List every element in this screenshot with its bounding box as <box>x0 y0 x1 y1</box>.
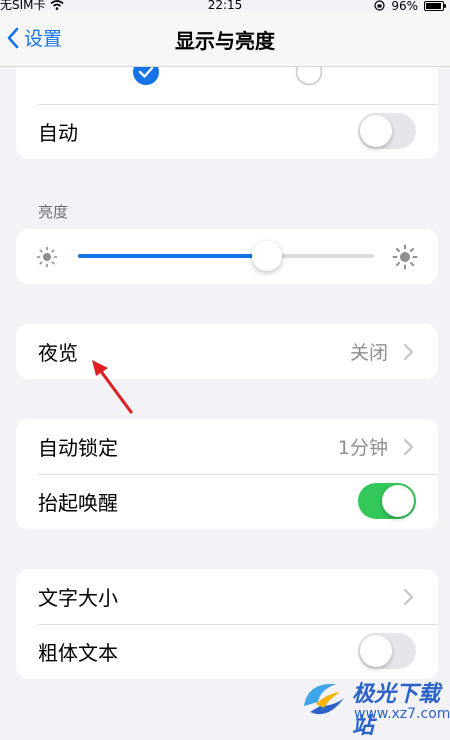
watermark-url: www.xz7.com <box>354 706 450 722</box>
brightness-slider-fill <box>78 254 268 258</box>
dark-mode-unselected-icon[interactable] <box>295 67 323 86</box>
appearance-card: 自动 <box>16 67 438 159</box>
navigation-bar: 设置 显示与亮度 <box>0 12 450 67</box>
night-shift-label: 夜览 <box>38 341 78 365</box>
toggle-knob <box>382 485 414 517</box>
night-shift-value: 关闭 <box>349 342 388 364</box>
brightness-card <box>16 229 438 284</box>
orientation-lock-icon <box>374 0 385 11</box>
battery-percent: 96% <box>391 0 418 13</box>
auto-lock-label: 自动锁定 <box>38 436 118 460</box>
night-shift-row[interactable]: 夜览 关闭 <box>16 324 438 379</box>
chevron-right-icon <box>403 343 414 360</box>
bold-text-toggle[interactable] <box>358 633 416 669</box>
text-card: 文字大小 粗体文本 <box>16 569 438 679</box>
auto-appearance-row: 自动 <box>16 104 438 159</box>
bold-text-label: 粗体文本 <box>38 641 118 665</box>
light-mode-selected-icon[interactable] <box>132 67 160 86</box>
brightness-slider[interactable] <box>78 241 374 271</box>
watermark: 极光下载站 www.xz7.com <box>290 670 450 739</box>
raise-to-wake-toggle[interactable] <box>358 483 416 519</box>
status-bar: 无SIM卡 22:15 96% <box>0 0 450 12</box>
auto-lock-row[interactable]: 自动锁定 1分钟 <box>16 419 438 474</box>
raise-to-wake-label: 抬起唤醒 <box>38 491 118 515</box>
auto-appearance-label: 自动 <box>38 121 78 145</box>
night-shift-card: 夜览 关闭 <box>16 324 438 379</box>
chevron-right-icon <box>403 438 414 455</box>
brightness-slider-knob[interactable] <box>252 241 283 271</box>
auto-lock-value: 1分钟 <box>337 437 388 459</box>
battery-fill <box>426 2 442 9</box>
auto-appearance-toggle[interactable] <box>358 113 416 149</box>
status-right: 96% <box>374 0 446 13</box>
watermark-logo-icon <box>304 683 344 715</box>
text-size-row[interactable]: 文字大小 <box>16 569 438 624</box>
toggle-knob <box>360 635 392 667</box>
battery-icon <box>424 0 446 11</box>
chevron-right-icon <box>403 588 414 605</box>
lock-card: 自动锁定 1分钟 抬起唤醒 <box>16 419 438 529</box>
brightness-section-label: 亮度 <box>38 203 69 221</box>
page-title: 显示与亮度 <box>175 29 275 53</box>
text-size-label: 文字大小 <box>38 586 118 610</box>
toggle-knob <box>360 115 392 147</box>
raise-to-wake-row: 抬起唤醒 <box>16 474 438 529</box>
brightness-low-icon <box>36 246 58 268</box>
annotation-arrow-icon <box>92 360 133 414</box>
brightness-high-icon <box>392 244 418 270</box>
